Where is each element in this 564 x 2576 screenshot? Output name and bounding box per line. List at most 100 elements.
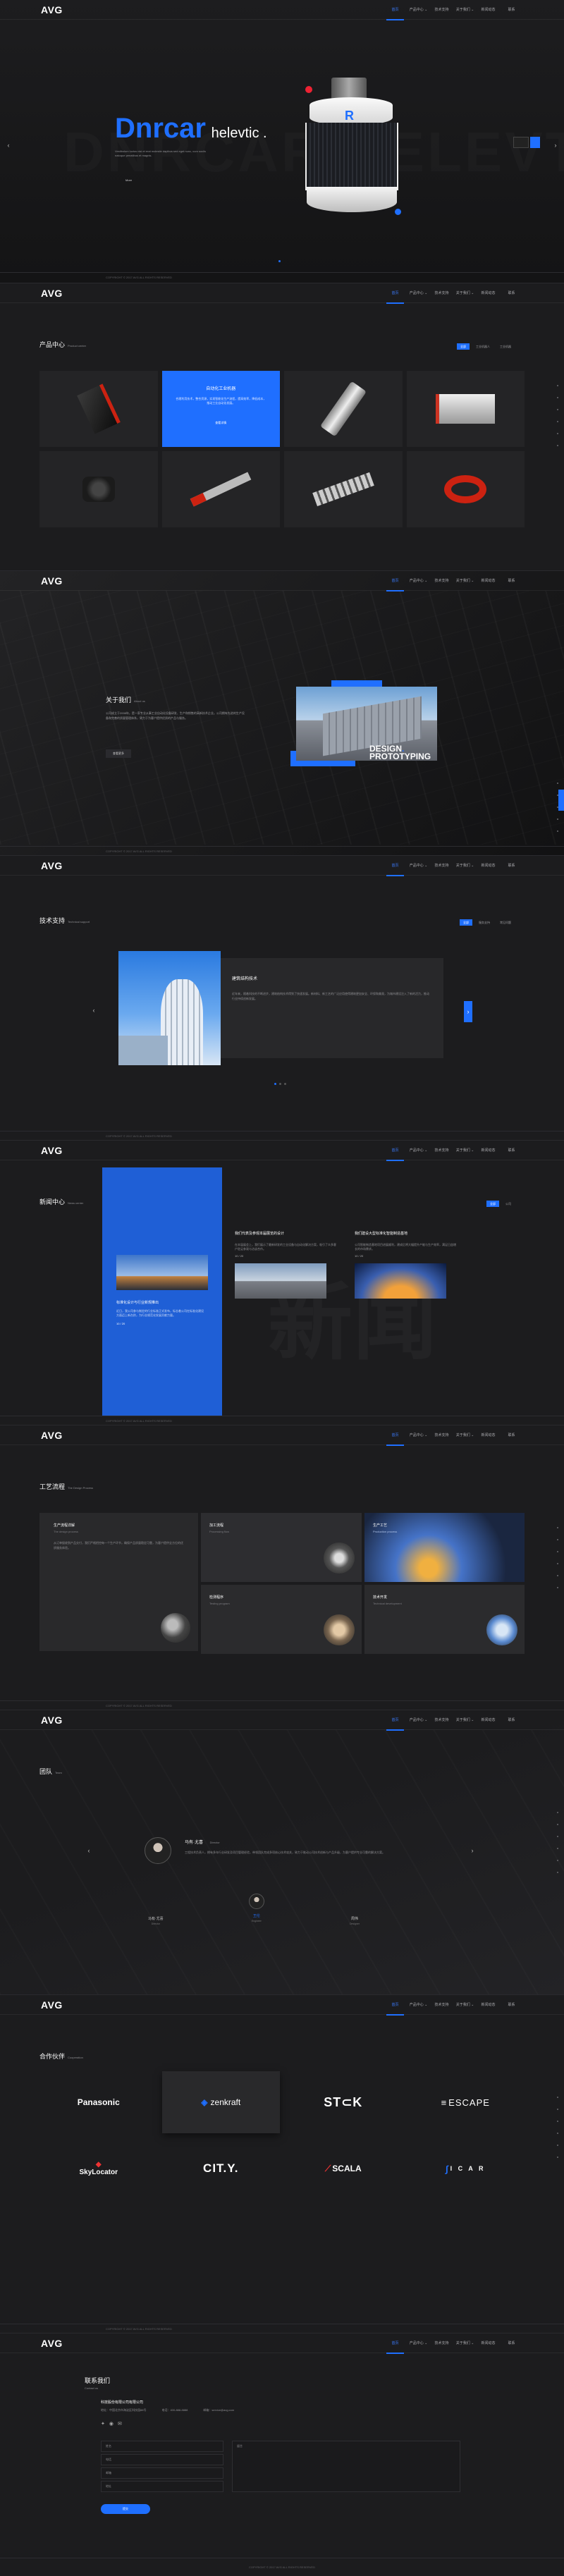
- process-card-main[interactable]: 生产流程详解 The design process 从订单接收到产品交付，我们严…: [39, 1513, 198, 1651]
- nav-item-news[interactable]: 新闻动态: [477, 571, 500, 591]
- side-dot[interactable]: [557, 1551, 558, 1552]
- logo[interactable]: AVG: [41, 288, 63, 299]
- logo[interactable]: AVG: [41, 1715, 63, 1726]
- nav-item-products[interactable]: 产品中心 ⌄: [407, 1710, 430, 1730]
- process-card[interactable]: 技术开发 Technical development: [364, 1585, 525, 1654]
- side-dot[interactable]: [557, 2133, 558, 2134]
- hero-thumb-active[interactable]: [530, 137, 540, 148]
- product-card[interactable]: [406, 451, 525, 527]
- side-dot[interactable]: [557, 409, 558, 410]
- hero-more-button[interactable]: More: [125, 178, 132, 182]
- team-member-active[interactable]: 王伦 Engineer: [248, 1894, 264, 1925]
- hero-pagination-dot[interactable]: [278, 260, 281, 262]
- pagination-dot[interactable]: [279, 1083, 281, 1085]
- nav-item-home[interactable]: 首页: [384, 1995, 407, 2016]
- nav-item-about[interactable]: 关于我们 ⌄: [453, 1141, 477, 1160]
- news-feature-card[interactable]: 标准化设计与行业新规推出 近日，我公司参与制定的行业标准正式发布，标志着公司在标…: [102, 1167, 222, 1416]
- logo[interactable]: AVG: [41, 575, 63, 587]
- twitter-icon[interactable]: ✦: [101, 2421, 105, 2427]
- partner-logo[interactable]: CIT.Y.: [162, 2138, 281, 2200]
- pagination-dot[interactable]: [284, 1083, 286, 1085]
- hero-prev-arrow[interactable]: ‹: [4, 141, 13, 149]
- nav-item-home[interactable]: 首页: [384, 1141, 407, 1161]
- tech-next-arrow[interactable]: ›: [464, 1001, 472, 1022]
- nav-item-about[interactable]: 关于我们 ⌄: [453, 283, 477, 303]
- side-dot[interactable]: [557, 1836, 558, 1837]
- tab-faq[interactable]: 常见问题: [496, 919, 515, 926]
- logo[interactable]: AVG: [41, 4, 63, 16]
- product-detail-button[interactable]: 查看详情: [215, 421, 226, 425]
- side-dot[interactable]: [557, 397, 558, 398]
- nav-item-contact[interactable]: 联系: [500, 1995, 523, 2015]
- side-dot[interactable]: [557, 1539, 558, 1540]
- side-dot[interactable]: [557, 385, 558, 386]
- process-card[interactable]: 生产工艺 Production process: [364, 1513, 525, 1582]
- partner-logo[interactable]: ∫ I C A R: [407, 2138, 525, 2200]
- side-dot[interactable]: [557, 1824, 558, 1825]
- side-dot[interactable]: [557, 421, 558, 422]
- side-dot[interactable]: [557, 2121, 558, 2122]
- side-chat-button[interactable]: [558, 790, 564, 811]
- nav-item-home[interactable]: 首页: [384, 1425, 407, 1446]
- news-item[interactable]: 我们建设大型标准化智能制造基地 公司智能制造基地项目进展顺利，建成后将大幅提升产…: [355, 1231, 457, 1315]
- nav-item-tech[interactable]: 技术支持: [430, 1995, 453, 2015]
- side-dot[interactable]: [557, 1563, 558, 1564]
- nav-item-products[interactable]: 产品中心 ⌄: [407, 2333, 430, 2353]
- nav-item-tech[interactable]: 技术支持: [430, 1710, 453, 1730]
- nav-item-about[interactable]: 关于我们 ⌄: [453, 0, 477, 20]
- logo[interactable]: AVG: [41, 1999, 63, 2011]
- side-dot[interactable]: [557, 1860, 558, 1861]
- product-card[interactable]: [406, 371, 525, 447]
- nav-item-tech[interactable]: 技术支持: [430, 571, 453, 591]
- nav-item-home[interactable]: 首页: [384, 283, 407, 304]
- nav-item-contact[interactable]: 联系: [500, 2333, 523, 2353]
- side-dot[interactable]: [557, 1848, 558, 1849]
- nav-item-contact[interactable]: 联系: [500, 571, 523, 591]
- tech-prev-arrow[interactable]: ‹: [90, 1006, 98, 1014]
- pagination-dot[interactable]: [274, 1083, 276, 1085]
- nav-item-tech[interactable]: 技术支持: [430, 2333, 453, 2353]
- tab-service[interactable]: 服务支持: [475, 919, 494, 926]
- nav-item-contact[interactable]: 联系: [500, 856, 523, 876]
- nav-item-news[interactable]: 新闻动态: [477, 856, 500, 876]
- tab-all[interactable]: 全部: [486, 1201, 499, 1207]
- team-prev-arrow[interactable]: ‹: [85, 1846, 93, 1855]
- product-card[interactable]: [39, 371, 158, 447]
- side-dot[interactable]: [557, 1575, 558, 1576]
- phone-field[interactable]: 电话: [101, 2454, 223, 2465]
- nav-item-products[interactable]: 产品中心 ⌄: [407, 1141, 430, 1160]
- nav-item-news[interactable]: 新闻动态: [477, 283, 500, 303]
- side-dot[interactable]: [557, 1587, 558, 1588]
- process-card[interactable]: 加工流程 Processing flow: [201, 1513, 362, 1582]
- process-card[interactable]: 检测程序 Testing program: [201, 1585, 362, 1654]
- product-card[interactable]: [161, 451, 280, 527]
- nav-item-products[interactable]: 产品中心 ⌄: [407, 1995, 430, 2015]
- product-card[interactable]: [284, 371, 403, 447]
- nav-item-tech[interactable]: 技术支持: [430, 1425, 453, 1445]
- nav-item-contact[interactable]: 联系: [500, 0, 523, 20]
- nav-item-news[interactable]: 新闻动态: [477, 1141, 500, 1160]
- nav-item-news[interactable]: 新闻动态: [477, 0, 500, 20]
- nav-item-news[interactable]: 新闻动态: [477, 1710, 500, 1730]
- nav-item-about[interactable]: 关于我们 ⌄: [453, 1425, 477, 1445]
- nav-item-news[interactable]: 新闻动态: [477, 2333, 500, 2353]
- side-dot[interactable]: [557, 2097, 558, 2098]
- side-dot[interactable]: [557, 445, 558, 446]
- nav-item-home[interactable]: 首页: [384, 1710, 407, 1731]
- nav-item-products[interactable]: 产品中心 ⌄: [407, 1425, 430, 1445]
- side-dot[interactable]: [557, 2145, 558, 2146]
- partner-logo-active[interactable]: ◈ zenkraft: [161, 2071, 280, 2133]
- nav-item-about[interactable]: 关于我们 ⌄: [453, 1995, 477, 2015]
- team-next-arrow[interactable]: ›: [468, 1846, 477, 1855]
- nav-item-about[interactable]: 关于我们 ⌄: [453, 856, 477, 876]
- nav-item-about[interactable]: 关于我们 ⌄: [453, 2333, 477, 2353]
- nav-item-news[interactable]: 新闻动态: [477, 1995, 500, 2015]
- side-dot[interactable]: [557, 2109, 558, 2110]
- logo[interactable]: AVG: [41, 1430, 63, 1441]
- partner-logo[interactable]: ◆ SkyLocator: [39, 2138, 158, 2200]
- email-field[interactable]: 邮箱: [101, 2467, 223, 2479]
- side-dot[interactable]: [557, 1527, 558, 1528]
- message-textarea[interactable]: 留言: [232, 2441, 460, 2492]
- address-field[interactable]: 地址: [101, 2481, 223, 2492]
- nav-item-products[interactable]: 产品中心 ⌄: [407, 571, 430, 591]
